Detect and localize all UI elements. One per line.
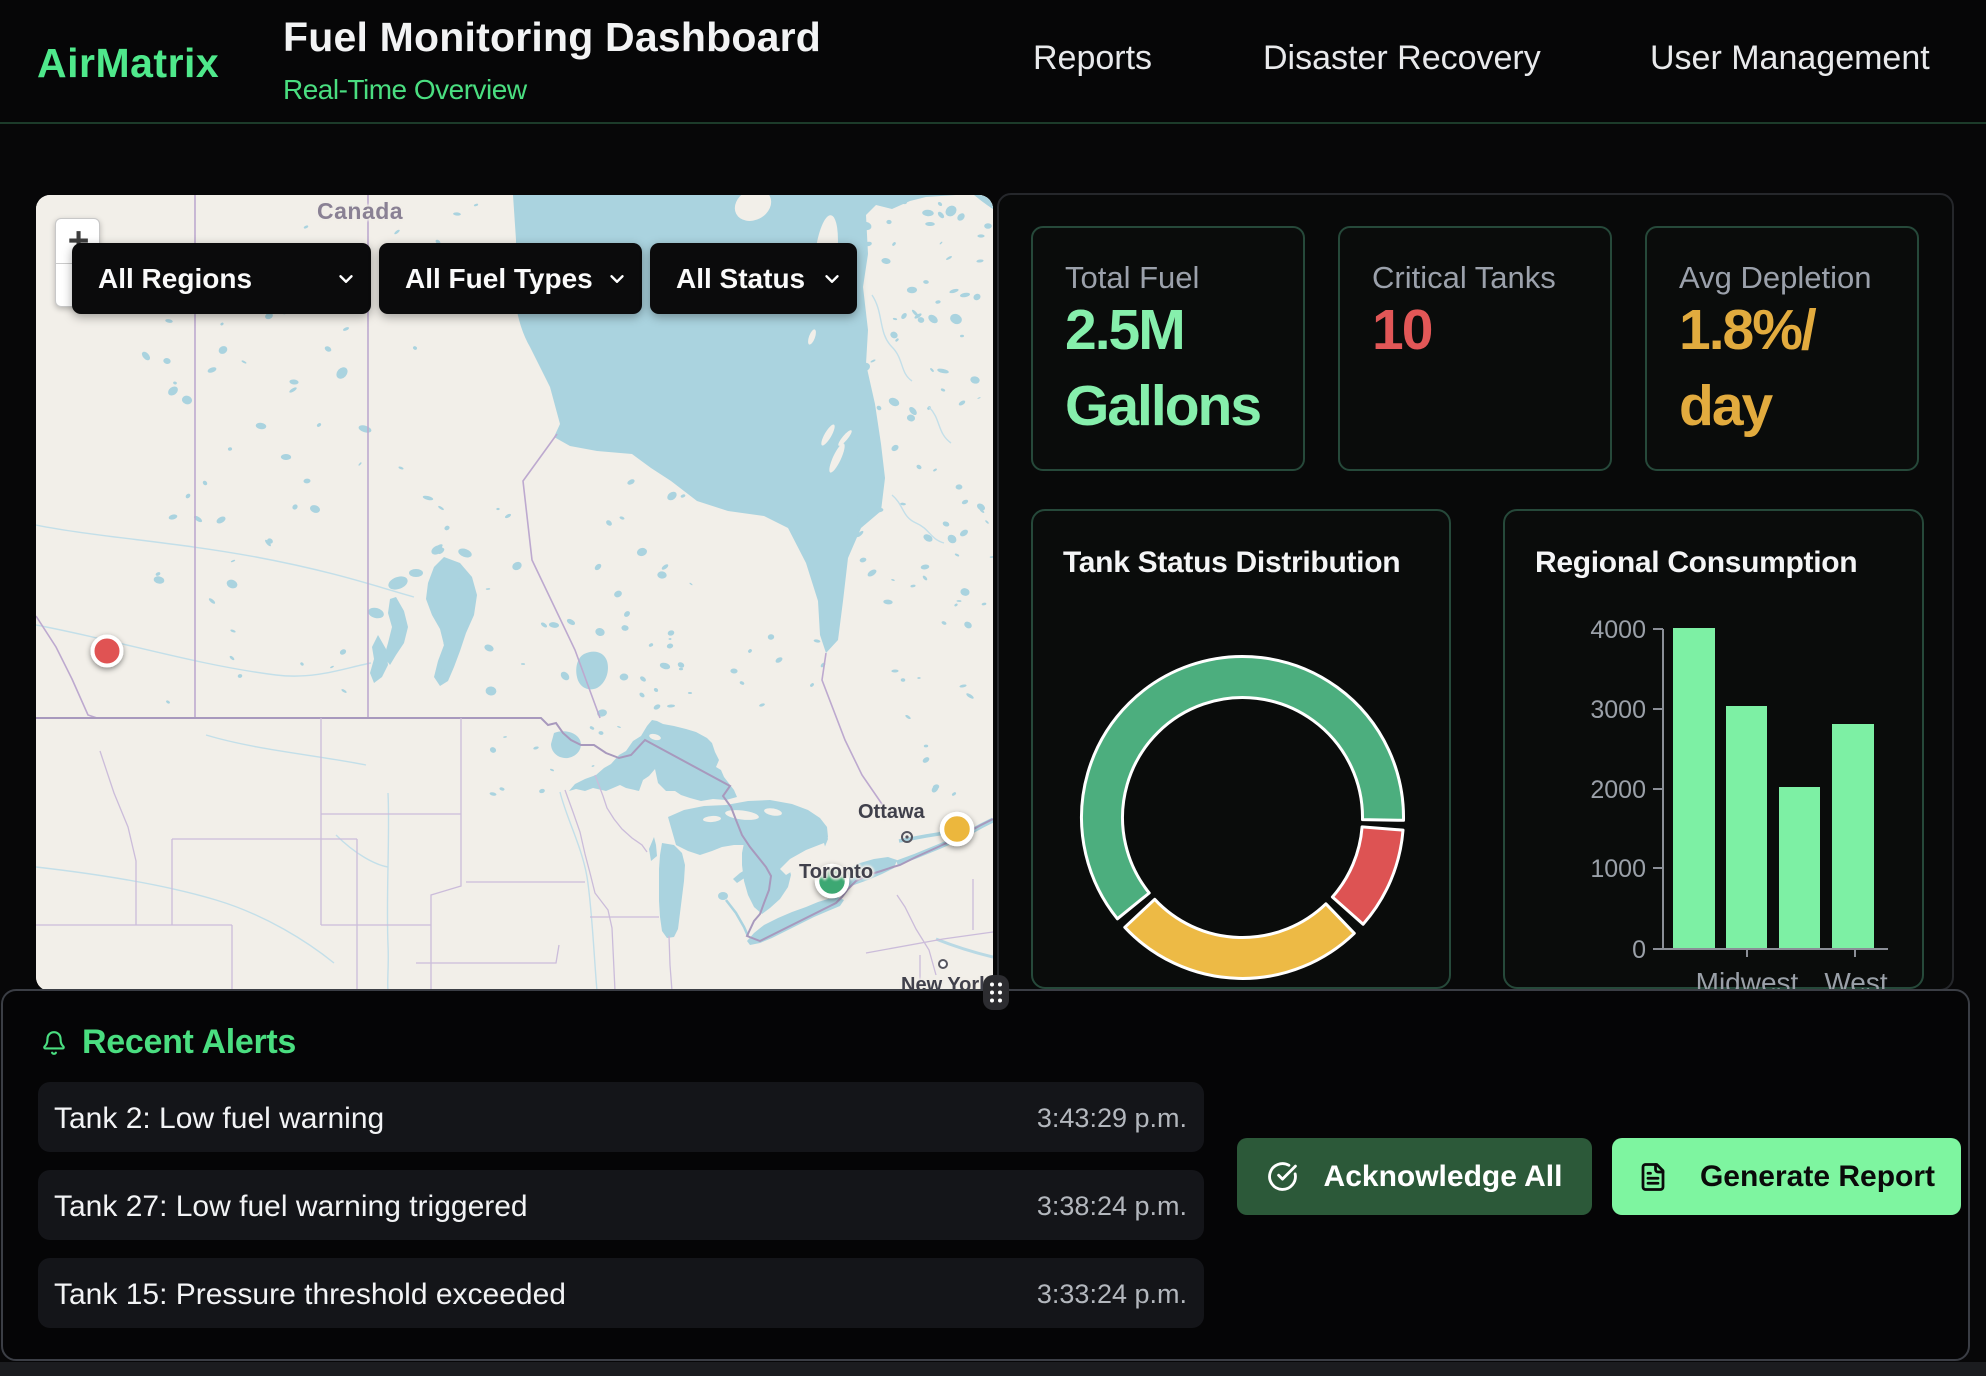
svg-text:0: 0 [1632, 936, 1646, 964]
svg-text:2000: 2000 [1590, 776, 1646, 804]
svg-text:1000: 1000 [1590, 855, 1646, 883]
svg-text:West: West [1824, 967, 1887, 991]
svg-text:Midwest: Midwest [1696, 967, 1799, 991]
svg-text:4000: 4000 [1590, 616, 1646, 644]
svg-text:3000: 3000 [1590, 696, 1646, 724]
